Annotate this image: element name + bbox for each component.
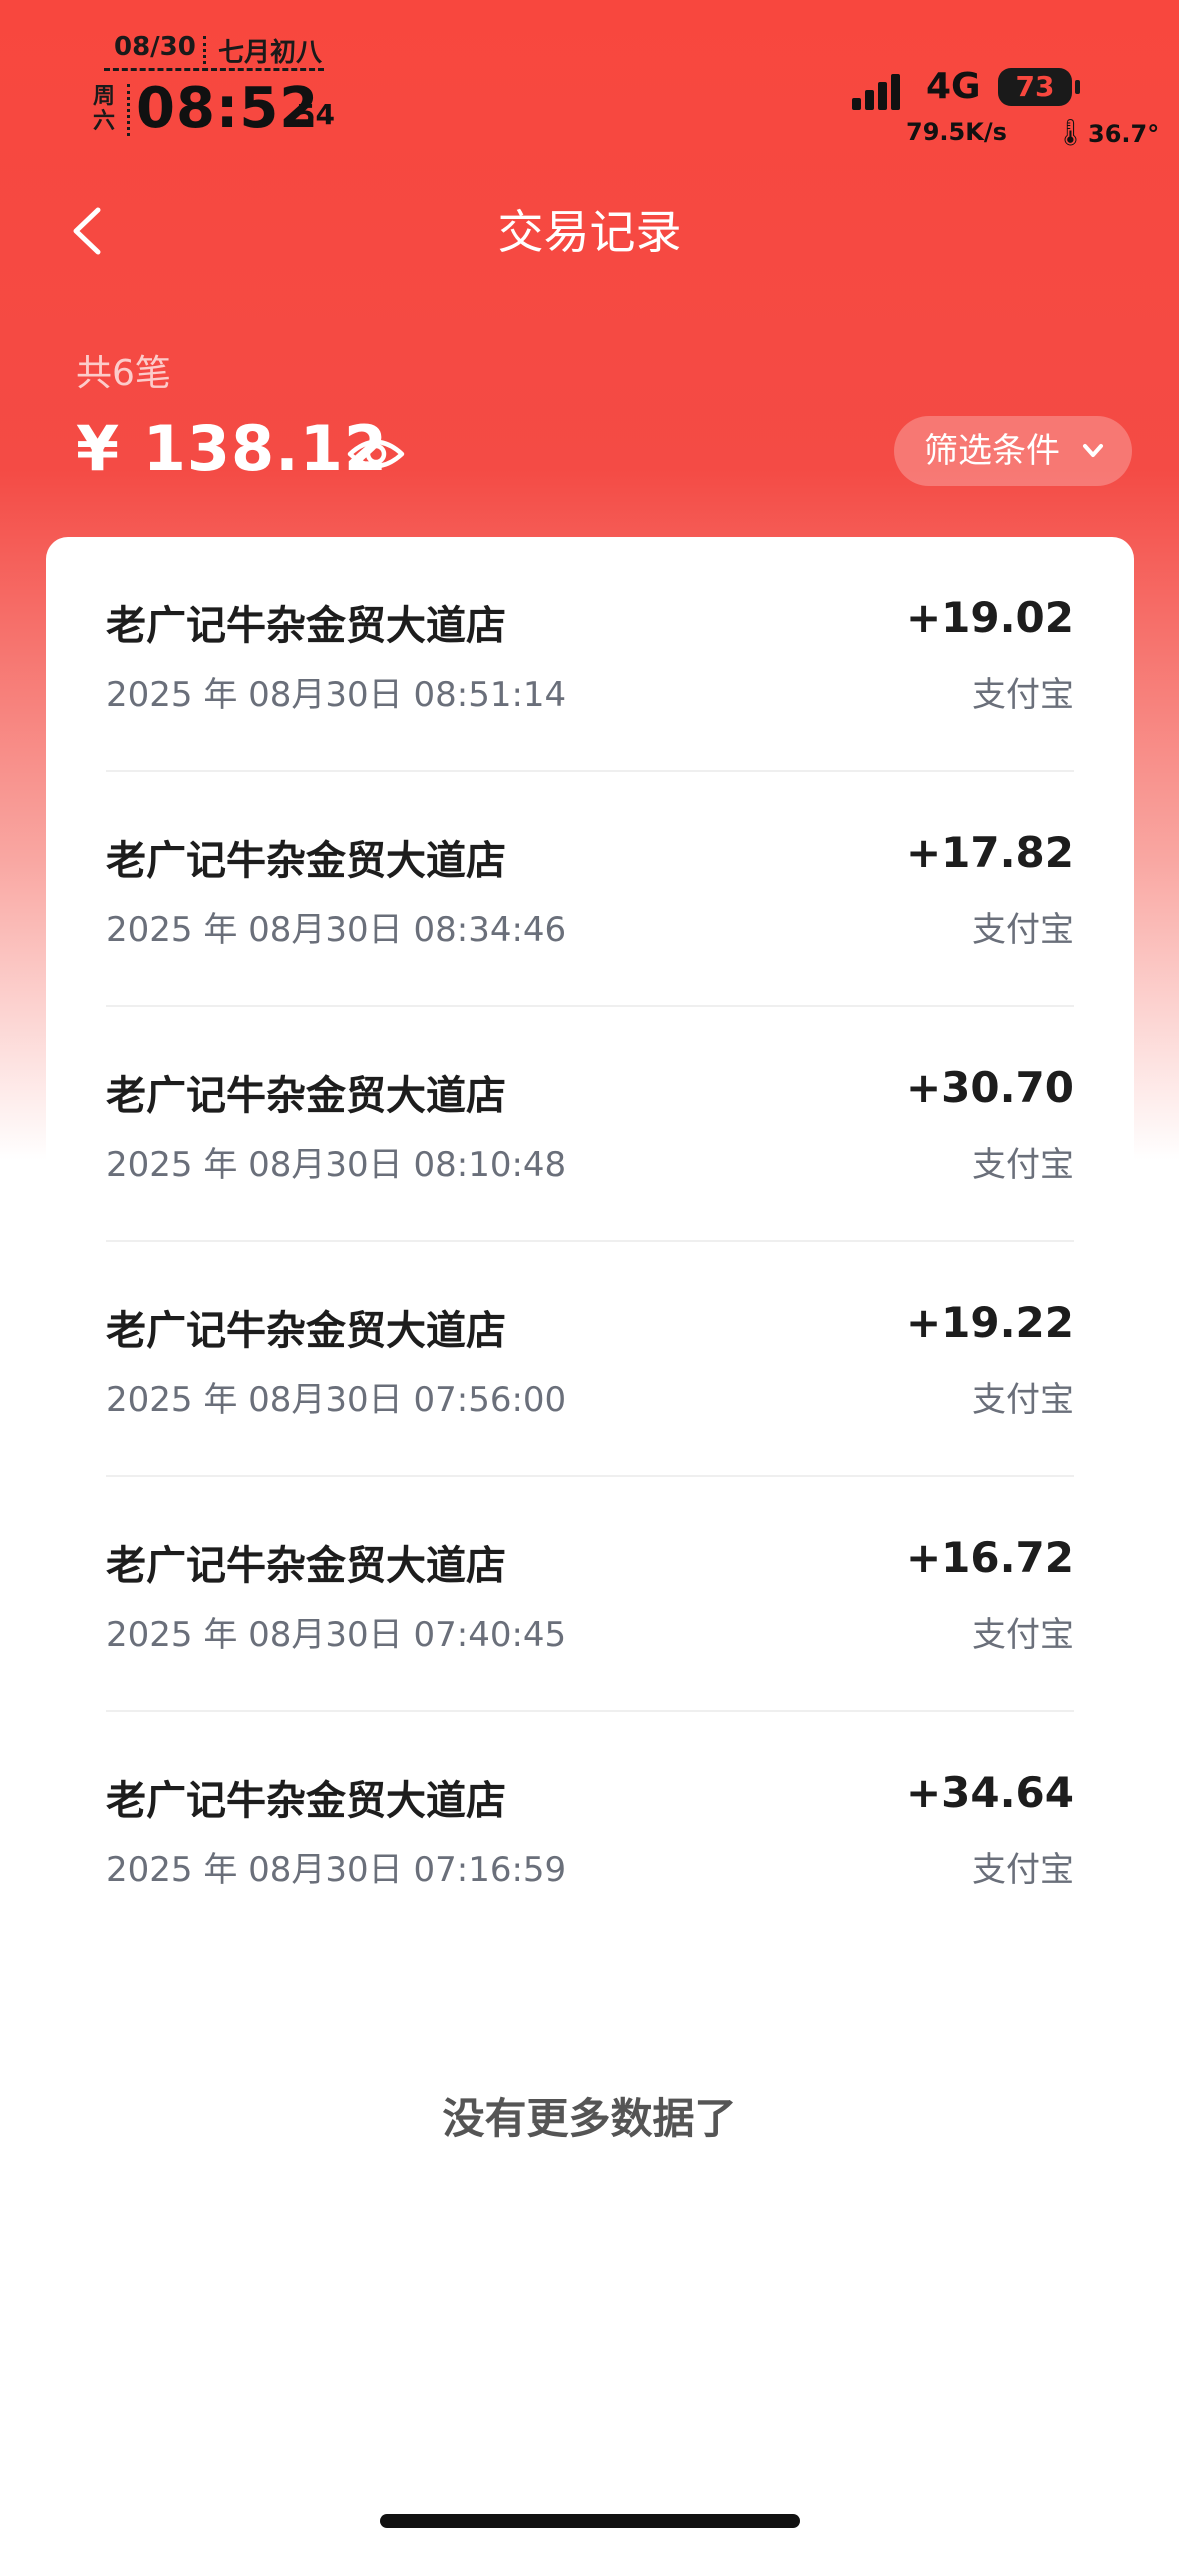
transaction-time: 2025 年 08月30日 07:56:00 bbox=[106, 1380, 567, 1420]
payment-method: 支付宝 bbox=[972, 675, 1074, 715]
battery-level: 73 bbox=[1015, 70, 1055, 103]
page-title: 交易记录 bbox=[497, 205, 682, 259]
battery-icon: 73 bbox=[998, 68, 1072, 106]
thermometer-icon: 🌡 bbox=[1054, 118, 1088, 148]
payment-method: 支付宝 bbox=[972, 910, 1074, 950]
transaction-time: 2025 年 08月30日 08:51:14 bbox=[106, 675, 567, 715]
status-separator bbox=[203, 36, 206, 64]
transaction-row[interactable]: 老广记牛杂金贸大道店 2025 年 08月30日 07:16:59 +34.64… bbox=[46, 1712, 1134, 1947]
merchant-name: 老广记牛杂金贸大道店 bbox=[106, 1543, 506, 1589]
transaction-time: 2025 年 08月30日 08:10:48 bbox=[106, 1145, 567, 1185]
transaction-row[interactable]: 老广记牛杂金贸大道店 2025 年 08月30日 07:56:00 +19.22… bbox=[46, 1242, 1134, 1477]
merchant-name: 老广记牛杂金贸大道店 bbox=[106, 1778, 506, 1824]
status-divider bbox=[104, 68, 324, 71]
transaction-row[interactable]: 老广记牛杂金贸大道店 2025 年 08月30日 08:51:14 +19.02… bbox=[46, 537, 1134, 772]
merchant-name: 老广记牛杂金贸大道店 bbox=[106, 838, 506, 884]
status-lunar-date: 七月初八 bbox=[218, 38, 323, 68]
transaction-amount: +17.82 bbox=[905, 828, 1074, 877]
total-amount: ¥ 138.12 bbox=[76, 412, 388, 485]
network-type: 4G bbox=[926, 66, 981, 107]
transaction-time: 2025 年 08月30日 08:34:46 bbox=[106, 910, 567, 950]
end-of-list-text: 没有更多数据了 bbox=[442, 2094, 737, 2143]
signal-icon bbox=[852, 72, 902, 110]
transaction-amount: +19.02 bbox=[905, 593, 1074, 642]
transaction-time: 2025 年 08月30日 07:16:59 bbox=[106, 1850, 567, 1890]
merchant-name: 老广记牛杂金贸大道店 bbox=[106, 603, 506, 649]
transaction-amount: +30.70 bbox=[905, 1063, 1074, 1112]
transaction-time: 2025 年 08月30日 07:40:45 bbox=[106, 1615, 567, 1655]
network-speed: 79.5K/s bbox=[906, 118, 1007, 146]
toggle-visibility-button[interactable] bbox=[346, 424, 406, 484]
payment-method: 支付宝 bbox=[972, 1850, 1074, 1890]
home-indicator[interactable] bbox=[380, 2514, 800, 2528]
status-separator bbox=[127, 84, 130, 136]
eye-icon bbox=[347, 439, 405, 469]
transaction-row[interactable]: 老广记牛杂金贸大道店 2025 年 08月30日 08:10:48 +30.70… bbox=[46, 1007, 1134, 1242]
status-date: 08/30 bbox=[114, 32, 196, 62]
status-seconds: 54 bbox=[296, 98, 335, 131]
chevron-down-icon bbox=[1083, 444, 1103, 457]
battery-tip bbox=[1075, 80, 1080, 94]
status-weekday: 周六 bbox=[92, 84, 115, 134]
device-temperature: 36.7° bbox=[1088, 120, 1160, 148]
payment-method: 支付宝 bbox=[972, 1145, 1074, 1185]
transaction-amount: +16.72 bbox=[905, 1533, 1074, 1582]
status-time: 08:52 bbox=[136, 76, 320, 141]
payment-method: 支付宝 bbox=[972, 1615, 1074, 1655]
transaction-amount: +19.22 bbox=[905, 1298, 1074, 1347]
transaction-list: 老广记牛杂金贸大道店 2025 年 08月30日 08:51:14 +19.02… bbox=[46, 537, 1134, 1937]
merchant-name: 老广记牛杂金贸大道店 bbox=[106, 1308, 506, 1354]
payment-method: 支付宝 bbox=[972, 1380, 1074, 1420]
transaction-amount: +34.64 bbox=[905, 1768, 1074, 1817]
filter-button[interactable]: 筛选条件 bbox=[894, 416, 1132, 486]
transaction-row[interactable]: 老广记牛杂金贸大道店 2025 年 08月30日 07:40:45 +16.72… bbox=[46, 1477, 1134, 1712]
transaction-row[interactable]: 老广记牛杂金贸大道店 2025 年 08月30日 08:34:46 +17.82… bbox=[46, 772, 1134, 1007]
transaction-count: 共6笔 bbox=[76, 353, 171, 394]
filter-label: 筛选条件 bbox=[924, 431, 1060, 471]
merchant-name: 老广记牛杂金贸大道店 bbox=[106, 1073, 506, 1119]
